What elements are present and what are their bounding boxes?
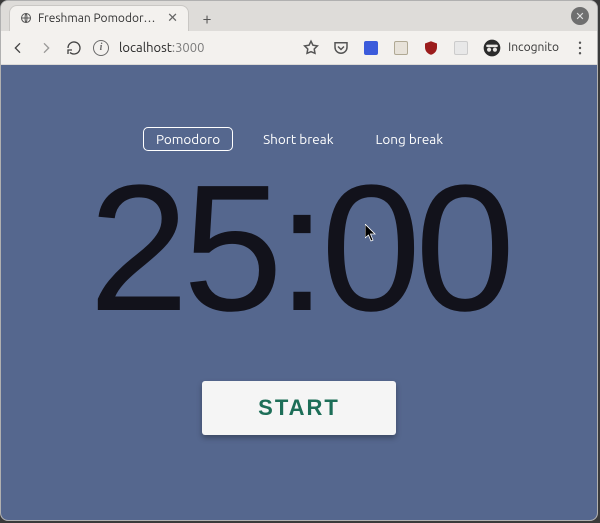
address-bar: i localhost:3000 (1, 31, 597, 65)
ublock-icon[interactable] (422, 39, 440, 57)
page-content: Pomodoro Short break Long break 25:00 ST… (1, 65, 597, 520)
globe-icon (20, 12, 32, 26)
browser-window: Freshman Pomodoro Cloc ✕ + ✕ i localhost… (0, 0, 598, 521)
incognito-indicator: Incognito (482, 38, 559, 58)
star-icon[interactable] (302, 39, 320, 57)
url-port: :3000 (172, 41, 205, 55)
new-tab-button[interactable]: + (195, 7, 219, 31)
browser-tab[interactable]: Freshman Pomodoro Cloc ✕ (9, 5, 189, 31)
timer-display: 25:00 (89, 159, 509, 339)
incognito-label: Incognito (508, 41, 559, 54)
window-close-button[interactable]: ✕ (571, 7, 589, 25)
url-display[interactable]: localhost:3000 (119, 41, 292, 55)
start-button[interactable]: START (202, 381, 396, 435)
toolbar-right: Incognito (302, 38, 589, 58)
back-button[interactable] (9, 39, 27, 57)
extension-icon-3[interactable] (452, 39, 470, 57)
close-tab-icon[interactable]: ✕ (167, 11, 178, 26)
extension-icon-1[interactable] (362, 39, 380, 57)
site-info-icon[interactable]: i (93, 40, 109, 56)
pocket-icon[interactable] (332, 39, 350, 57)
tab-title: Freshman Pomodoro Cloc (38, 12, 157, 25)
menu-icon[interactable] (571, 39, 589, 57)
extension-icon-2[interactable] (392, 39, 410, 57)
reload-button[interactable] (65, 39, 83, 57)
url-host: localhost (119, 41, 172, 55)
tab-bar: Freshman Pomodoro Cloc ✕ + ✕ (1, 1, 597, 31)
forward-button[interactable] (37, 39, 55, 57)
